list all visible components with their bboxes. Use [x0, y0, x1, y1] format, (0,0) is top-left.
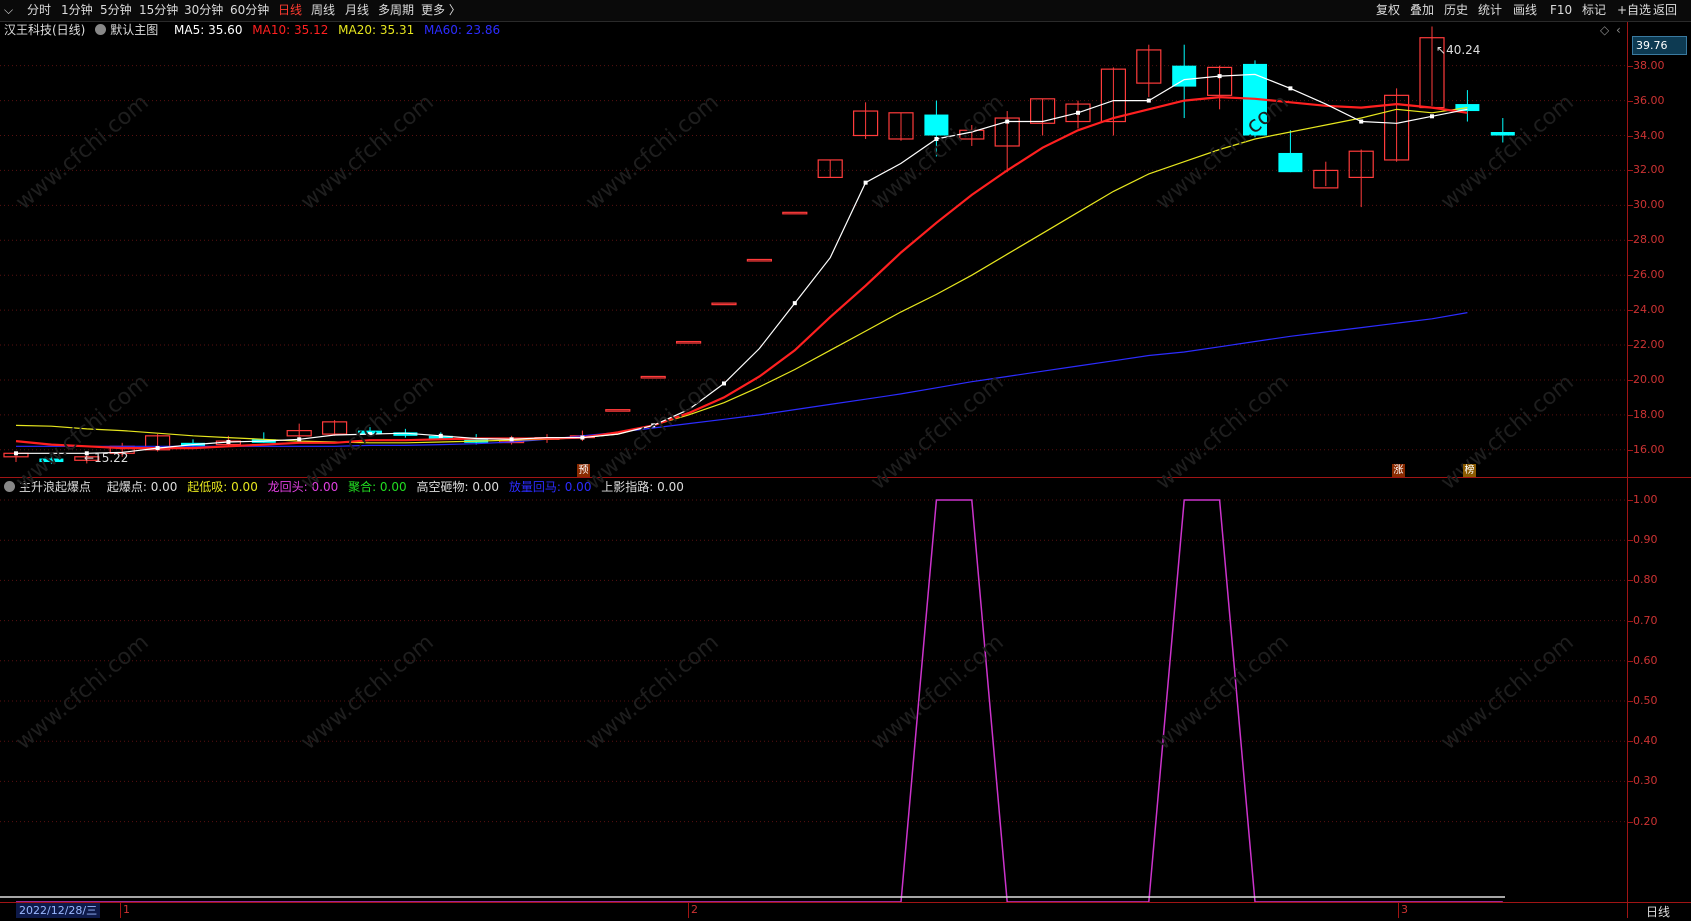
ma60-line: [16, 312, 1468, 447]
ma5-point: [509, 437, 514, 442]
badge-bang: 榜: [1463, 464, 1476, 477]
ma5-point: [297, 437, 302, 442]
date-mark-tick: [120, 903, 121, 918]
ma5-point: [226, 439, 231, 444]
date-mark-tick: [688, 903, 689, 918]
candle-body: [746, 258, 773, 262]
ma5-point: [1359, 119, 1364, 124]
ma5-point: [14, 451, 18, 456]
date-mark-tick: [1398, 903, 1399, 918]
ma5-point: [1288, 86, 1293, 91]
period-label[interactable]: 日线: [1646, 903, 1670, 920]
ma5-point: [792, 301, 797, 306]
candle-body: [1455, 104, 1480, 112]
ma5-point: [1430, 114, 1434, 119]
low-label: 15.22: [94, 451, 129, 465]
date-axis: [0, 902, 1691, 921]
date-mark: 2: [691, 903, 698, 916]
candle-body: [640, 375, 666, 379]
ma5-point: [1076, 110, 1080, 115]
candle-body: [675, 340, 702, 344]
ma5-point: [722, 381, 726, 386]
high-label: 40.24: [1446, 43, 1481, 57]
badge-zhang: 涨: [1392, 464, 1405, 477]
ma5-point: [863, 180, 868, 185]
high-marker: ↖40.24: [1436, 43, 1481, 57]
ma5-point: [1146, 98, 1151, 103]
ma5-point: [580, 435, 585, 440]
ma5-point: [1217, 74, 1222, 79]
ma5-point: [1005, 119, 1010, 124]
candle-body: [1172, 65, 1197, 87]
ma5-point: [155, 446, 160, 451]
kline-chart[interactable]: [0, 0, 1691, 920]
date-mark: 3: [1401, 903, 1408, 916]
ma5-point: [438, 433, 443, 438]
indicator-line: [16, 499, 1503, 903]
current-date: 2022/12/28/三: [16, 903, 101, 918]
date-mark-tick: [1627, 903, 1628, 918]
candle-body: [605, 409, 631, 412]
candle-body: [711, 302, 737, 306]
candle-body: [782, 211, 808, 215]
date-mark: 1: [123, 903, 130, 916]
candle-body: [1278, 152, 1303, 173]
badge-yu: 预: [577, 464, 590, 477]
low-marker: ←15.22: [84, 451, 129, 465]
